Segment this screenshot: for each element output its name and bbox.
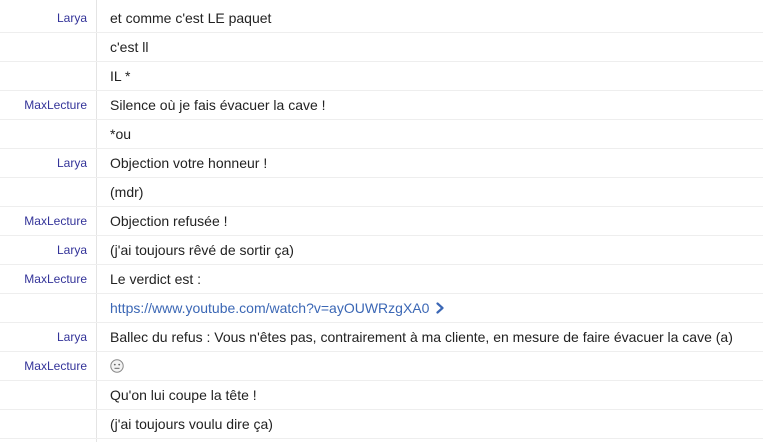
- message-text: Silence où je fais évacuer la cave !: [110, 97, 326, 113]
- message-text: Qu'on lui coupe la tête !: [110, 387, 257, 403]
- message-list: Larya et comme c'est LE paquet c'est ll …: [0, 4, 763, 439]
- neutral-face-icon: [110, 359, 124, 373]
- message-row: Larya et comme c'est LE paquet: [0, 4, 763, 33]
- message-text: *ou: [110, 126, 132, 142]
- message-text: (j'ai toujours rêvé de sortir ça): [110, 242, 294, 258]
- message-emoji: [110, 358, 124, 374]
- message-row: IL *: [0, 62, 763, 91]
- message-row: *ou: [0, 120, 763, 149]
- author-name[interactable]: Larya: [0, 156, 87, 170]
- message-text: Le verdict est :: [110, 271, 202, 287]
- author-name[interactable]: MaxLecture: [0, 359, 87, 373]
- youtube-link[interactable]: https://www.youtube.com/watch?v=ayOUWRzg…: [110, 300, 429, 316]
- message-text: et comme c'est LE paquet: [110, 10, 272, 26]
- message-row: c'est ll: [0, 33, 763, 62]
- message-text: Ballec du refus : Vous n'êtes pas, contr…: [110, 329, 733, 345]
- message-link-container: https://www.youtube.com/watch?v=ayOUWRzg…: [110, 300, 445, 316]
- message-row: Qu'on lui coupe la tête !: [0, 381, 763, 410]
- message-row: MaxLecture Le verdict est :: [0, 265, 763, 294]
- author-name[interactable]: Larya: [0, 243, 87, 257]
- message-text: Objection refusée !: [110, 213, 228, 229]
- message-row: Larya Objection votre honneur !: [0, 149, 763, 178]
- message-row: Larya Ballec du refus : Vous n'êtes pas,…: [0, 323, 763, 352]
- message-row: MaxLecture Objection refusée !: [0, 207, 763, 236]
- message-row: MaxLecture Silence où je fais évacuer la…: [0, 91, 763, 120]
- message-text: (mdr): [110, 184, 144, 200]
- message-row: https://www.youtube.com/watch?v=ayOUWRzg…: [0, 294, 763, 323]
- message-text: Objection votre honneur !: [110, 155, 268, 171]
- message-row: (j'ai toujours voulu dire ça): [0, 410, 763, 439]
- author-name[interactable]: MaxLecture: [0, 272, 87, 286]
- message-row: Larya (j'ai toujours rêvé de sortir ça): [0, 236, 763, 265]
- author-name[interactable]: MaxLecture: [0, 98, 87, 112]
- chat-log: Larya et comme c'est LE paquet c'est ll …: [0, 0, 763, 442]
- author-name[interactable]: Larya: [0, 330, 87, 344]
- message-row: (mdr): [0, 178, 763, 207]
- message-row: MaxLecture: [0, 352, 763, 381]
- chevron-right-icon[interactable]: [435, 302, 445, 314]
- author-name[interactable]: Larya: [0, 11, 87, 25]
- message-text: IL *: [110, 68, 131, 84]
- author-name[interactable]: MaxLecture: [0, 214, 87, 228]
- message-text: c'est ll: [110, 39, 149, 55]
- message-text: (j'ai toujours voulu dire ça): [110, 416, 273, 432]
